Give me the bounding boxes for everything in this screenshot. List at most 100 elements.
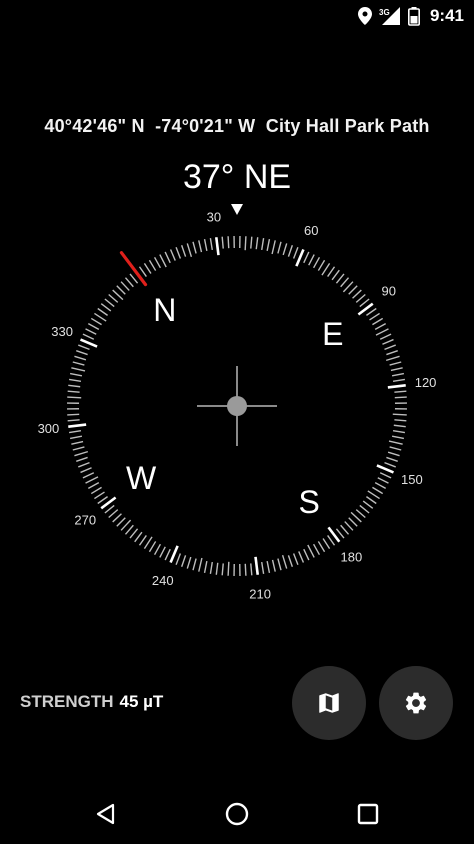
degree-label: 180 xyxy=(340,550,362,565)
dial-tick xyxy=(266,560,271,574)
dial-tick xyxy=(175,553,182,565)
cardinal-e: E xyxy=(322,316,343,352)
dial-tick xyxy=(386,349,398,356)
dial-tick xyxy=(261,237,265,251)
status-icons: 3G 9:41 xyxy=(357,6,464,26)
dial-tick xyxy=(307,544,315,558)
dial-tick xyxy=(153,256,162,269)
dial-tick xyxy=(76,349,88,356)
dial-tick xyxy=(69,372,83,377)
magnetic-strength: STRENGTH 45 µT xyxy=(20,692,163,712)
dial-tick xyxy=(389,361,402,366)
dial-tick xyxy=(87,322,100,331)
map-icon xyxy=(319,693,339,713)
dial-tick xyxy=(67,413,80,416)
dial-tick xyxy=(282,243,288,256)
dial-tick xyxy=(359,504,370,514)
dial-tick xyxy=(386,456,398,463)
dial-tick xyxy=(180,245,187,257)
dial-tick xyxy=(340,524,350,535)
dial-tick xyxy=(76,456,88,463)
dial-tick xyxy=(116,285,126,295)
dial-tick xyxy=(203,560,208,574)
status-time: 9:41 xyxy=(429,6,464,25)
dial-tick xyxy=(303,251,310,264)
recents-icon xyxy=(357,803,379,825)
signal-icon: 3G xyxy=(379,7,400,25)
dial-tick xyxy=(244,563,247,576)
dial-tick xyxy=(192,558,197,571)
dial-tick xyxy=(377,477,389,484)
dial-tick xyxy=(295,249,305,267)
dial-tick xyxy=(266,238,271,252)
dial-tick xyxy=(164,251,171,264)
dial-tick xyxy=(271,240,276,255)
location-line: 40°42'46" N -74°0'21" W City Hall Park P… xyxy=(0,116,474,137)
dial-tick xyxy=(374,481,387,490)
degree-label: 240 xyxy=(152,573,174,588)
dial-tick xyxy=(71,367,86,372)
dial-tick xyxy=(374,322,387,331)
dial-tick xyxy=(387,383,406,389)
dial-tick xyxy=(129,528,139,539)
dial-tick xyxy=(342,281,354,293)
dial-tick xyxy=(312,543,321,556)
dial-tick xyxy=(108,509,119,519)
dial-tick xyxy=(391,435,405,440)
dial-tick xyxy=(74,355,87,361)
dial-tick xyxy=(94,491,105,500)
dial-tick xyxy=(85,328,97,335)
dial-tick xyxy=(104,504,115,514)
dial-tick xyxy=(389,446,402,451)
dial-tick xyxy=(112,289,124,301)
recents-button[interactable] xyxy=(338,784,398,844)
dial-tick xyxy=(393,424,406,428)
degree-label: 150 xyxy=(401,472,423,487)
dial-tick xyxy=(392,430,406,434)
settings-button[interactable] xyxy=(379,666,453,740)
dial-tick xyxy=(331,269,340,281)
dial-tick xyxy=(112,513,122,523)
dial-tick xyxy=(120,519,132,531)
dial-tick xyxy=(394,396,407,399)
home-button[interactable] xyxy=(207,784,267,844)
dial-tick xyxy=(387,451,400,457)
map-button[interactable] xyxy=(292,666,366,740)
dial-tick xyxy=(74,450,89,457)
dial-tick xyxy=(362,500,374,509)
dial-tick xyxy=(148,259,157,271)
dial-tick xyxy=(340,277,350,288)
dial-tick xyxy=(392,378,406,382)
dial-tick xyxy=(376,464,394,474)
dial-tick xyxy=(97,496,108,505)
dial-tick xyxy=(198,240,203,253)
dial-tick xyxy=(277,558,282,571)
degree-label: 120 xyxy=(415,375,437,390)
dial-tick xyxy=(80,338,98,348)
dial-tick xyxy=(379,472,392,479)
dial-tick xyxy=(68,430,82,434)
dial-tick xyxy=(379,333,392,340)
dial-tick xyxy=(215,562,219,575)
dial-tick xyxy=(209,561,213,575)
location-pin-icon xyxy=(357,7,372,25)
navigation-bar xyxy=(0,784,474,844)
dial-tick xyxy=(221,236,224,249)
dial-tick xyxy=(72,361,85,366)
degree-label: 210 xyxy=(249,587,271,602)
dial-tick xyxy=(261,561,265,575)
dial-tick xyxy=(100,303,112,312)
dial-tick xyxy=(312,256,321,269)
dial-tick xyxy=(214,237,220,256)
dial-tick xyxy=(227,236,230,249)
dial-tick xyxy=(292,553,299,565)
north-needle xyxy=(119,251,148,287)
dial-tick xyxy=(90,317,102,326)
dial-tick xyxy=(348,517,358,527)
dial-tick xyxy=(159,254,167,268)
back-button[interactable] xyxy=(76,784,136,844)
dial-tick xyxy=(138,266,147,277)
dial-tick xyxy=(308,254,315,266)
degree-label: 60 xyxy=(304,223,318,238)
dial-tick xyxy=(392,413,407,416)
